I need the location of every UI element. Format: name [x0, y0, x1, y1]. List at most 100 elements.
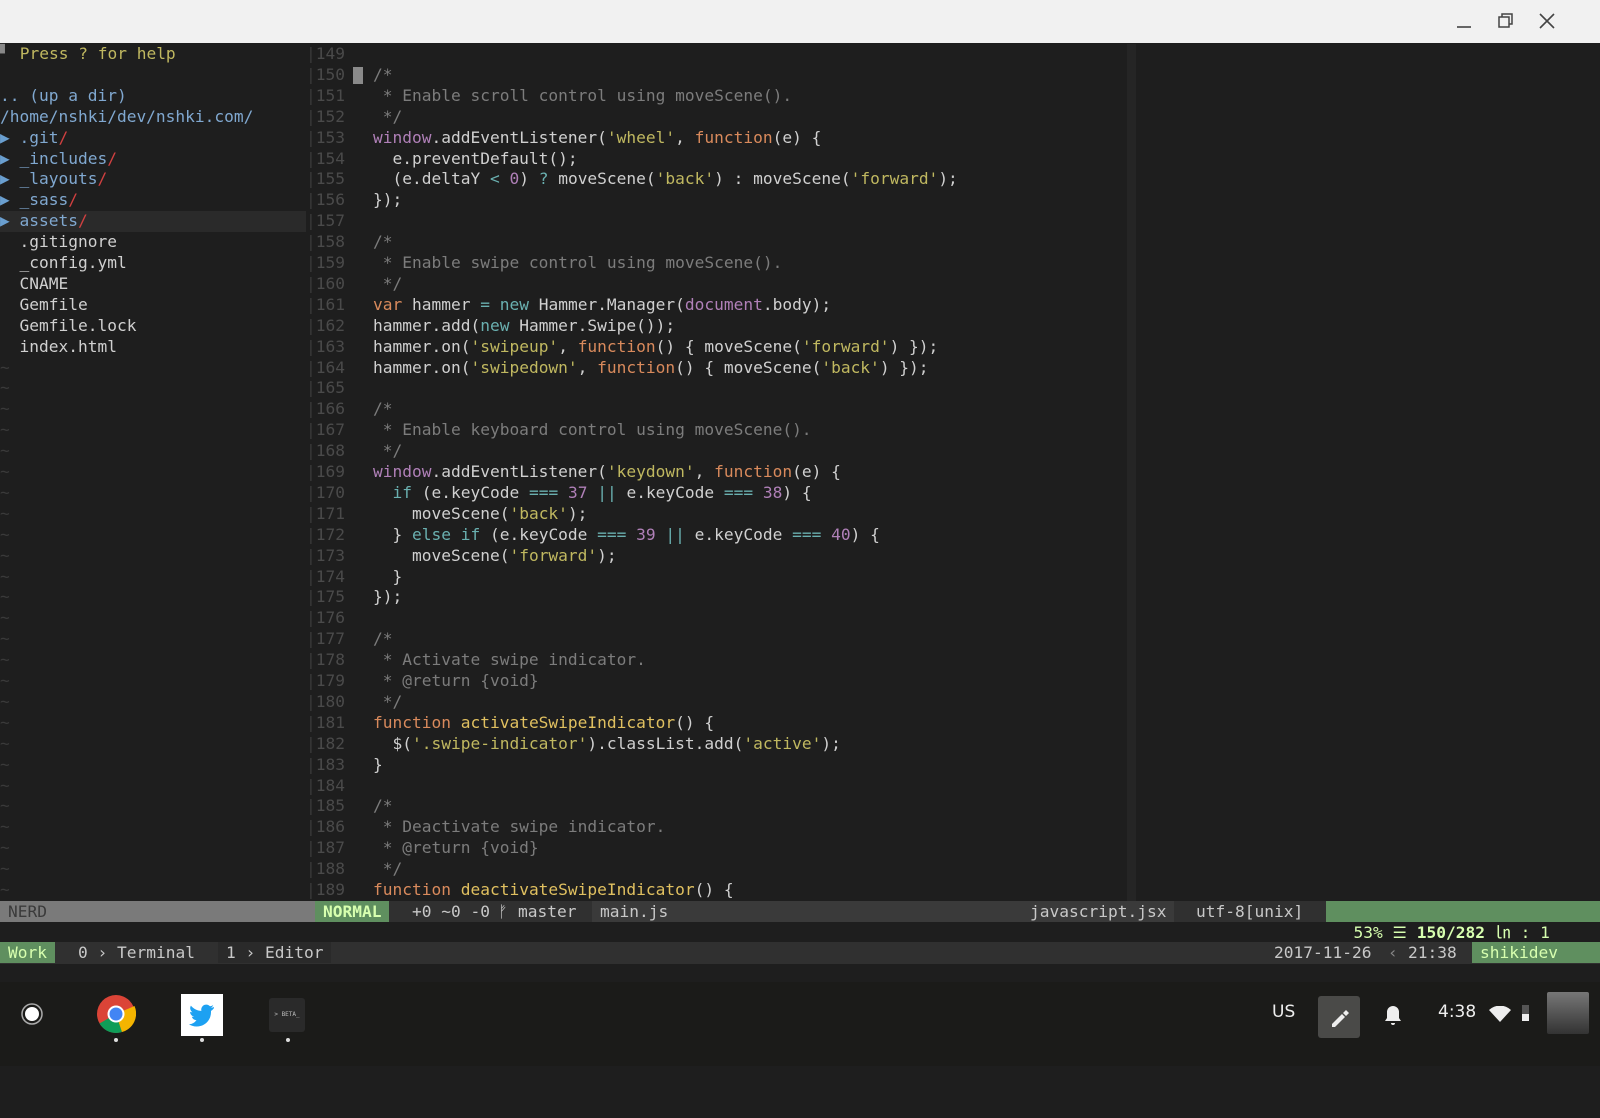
minimize-button[interactable] — [1450, 8, 1480, 34]
code-line[interactable]: */ — [373, 441, 403, 462]
line-number-value: 177 — [315, 629, 345, 649]
mode-indicator: NORMAL — [315, 901, 390, 922]
code-token: hammer.add( — [373, 315, 481, 335]
line-number-value: 180 — [315, 691, 345, 711]
code-token: || — [665, 524, 685, 544]
code-line[interactable]: $('.swipe-indicator').classList.add('act… — [373, 734, 840, 755]
dir-name: _includes — [19, 148, 108, 168]
code-line[interactable]: moveScene('forward'); — [373, 546, 617, 567]
tree-dir[interactable]: ▶ _layouts/ — [0, 169, 306, 190]
code-token: activateSwipeIndicator — [460, 712, 676, 732]
code-line[interactable]: /* — [373, 65, 393, 86]
code-token: new — [499, 294, 529, 314]
code-line[interactable]: if (e.keyCode === 37 || e.keyCode === 38… — [373, 483, 812, 504]
system-clock[interactable]: 4:38 — [1438, 1002, 1476, 1022]
tmux-window-0[interactable]: 0 › Terminal — [70, 942, 203, 963]
dir-name: _sass — [19, 190, 69, 210]
code-line[interactable]: hammer.add(new Hammer.Swipe()); — [373, 316, 675, 337]
line-number-value: 181 — [315, 712, 345, 732]
code-line[interactable]: window.addEventListener('keydown', funct… — [373, 462, 841, 483]
code-token: } — [373, 754, 383, 774]
code-token: === — [528, 482, 559, 502]
line-number-value: 155 — [315, 169, 345, 189]
code-line[interactable]: * Enable swipe control using moveScene()… — [373, 253, 783, 274]
code-pane[interactable]: |149 |150 /* |151 * Enable scroll control u… — [306, 44, 1600, 901]
tree-dir[interactable]: ▶ assets/ — [0, 211, 306, 233]
up-dir[interactable]: .. (up a dir) — [0, 86, 306, 107]
line-number: |158 — [306, 232, 345, 252]
line-number: |161 — [306, 294, 345, 314]
stylus-tools-button[interactable] — [1318, 996, 1360, 1038]
code-line[interactable]: */ — [373, 274, 403, 295]
wifi-icon — [1489, 1005, 1511, 1026]
code-line[interactable]: e.preventDefault(); — [373, 149, 577, 170]
code-line[interactable]: * @return {void} — [373, 838, 539, 859]
tree-file[interactable]: .gitignore — [0, 232, 306, 253]
close-button[interactable] — [1533, 8, 1563, 34]
tree-file[interactable]: CNAME — [0, 274, 306, 295]
tree-file[interactable]: index.html — [0, 337, 306, 358]
code-line[interactable]: * Deactivate swipe indicator. — [373, 817, 666, 838]
tree-file[interactable]: _config.yml — [0, 253, 306, 274]
code-line[interactable]: }); — [373, 190, 402, 211]
tree-dir[interactable]: ▶ _includes/ — [0, 149, 306, 170]
tree-file[interactable]: Gemfile — [0, 295, 306, 316]
line-number-value: 179 — [315, 671, 345, 690]
maximize-button[interactable] — [1492, 8, 1522, 34]
code-line[interactable]: /* — [373, 399, 393, 420]
empty-line-tilde: ~ — [0, 378, 10, 398]
code-token: = — [480, 294, 490, 314]
code-line[interactable]: * @return {void} — [373, 671, 539, 692]
code-line[interactable]: /* — [373, 796, 393, 817]
code-line[interactable]: /* — [373, 629, 393, 650]
file-name: Gemfile — [19, 294, 88, 314]
empty-line-tilde: ~ — [0, 566, 10, 586]
vim-editor[interactable]: ▘ Press ? for help .. (up a dir)/home/nshk… — [0, 44, 1600, 901]
code-line[interactable]: */ — [373, 859, 403, 880]
code-line[interactable]: */ — [373, 692, 403, 713]
terminal-icon[interactable]: > BETA_ — [269, 998, 305, 1032]
code-token: , — [558, 336, 578, 356]
line-number: |169 — [306, 462, 345, 481]
code-line[interactable]: * Activate swipe indicator. — [373, 650, 646, 671]
launcher-icon[interactable] — [20, 1002, 44, 1030]
empty-line-tilde: ~ — [0, 357, 10, 377]
ime-indicator[interactable]: US — [1272, 1002, 1295, 1022]
line-number-value: 186 — [315, 817, 345, 837]
code-token: moveScene( — [373, 545, 510, 565]
tree-file[interactable]: Gemfile.lock — [0, 316, 306, 337]
code-line[interactable]: * Enable keyboard control using moveScen… — [373, 420, 812, 441]
nerdtree-pane[interactable]: ▘ Press ? for help .. (up a dir)/home/nshk… — [0, 44, 306, 901]
line-number: |172 — [306, 524, 345, 544]
tree-dir[interactable]: ▶ .git/ — [0, 128, 306, 149]
code-line[interactable]: window.addEventListener('wheel', functio… — [373, 128, 821, 149]
code-line[interactable]: } — [373, 755, 383, 776]
code-line[interactable]: hammer.on('swipedown', function() { move… — [373, 358, 929, 379]
code-line[interactable]: }); — [373, 587, 402, 608]
code-line[interactable]: function activateSwipeIndicator() { — [373, 713, 714, 734]
tmux-window-1[interactable]: 1 › Editor — [218, 942, 332, 963]
root-path[interactable]: /home/nshki/dev/nshki.com/ — [0, 107, 306, 128]
twitter-icon[interactable] — [181, 994, 223, 1036]
line-number-value: 160 — [315, 273, 345, 293]
line-number-value: 166 — [315, 399, 345, 419]
code-line[interactable]: } — [373, 567, 402, 588]
code-line[interactable]: var hammer = new Hammer.Manager(document… — [373, 295, 831, 316]
code-token: (e) { — [772, 127, 822, 147]
code-token: , — [675, 127, 695, 147]
tmux-host: shikidev — [1472, 942, 1600, 963]
code-line[interactable]: moveScene('back'); — [373, 504, 587, 525]
user-avatar[interactable] — [1547, 992, 1589, 1034]
chrome-icon[interactable] — [96, 994, 137, 1038]
code-line[interactable]: } else if (e.keyCode === 39 || e.keyCode… — [373, 524, 879, 546]
code-line[interactable]: function deactivateSwipeIndicator() { — [373, 880, 734, 901]
code-line[interactable]: */ — [373, 107, 403, 128]
code-token: * Enable keyboard control using moveScen… — [373, 420, 812, 440]
code-line[interactable]: * Enable scroll control using moveScene(… — [373, 86, 792, 107]
code-line[interactable]: /* — [373, 232, 393, 253]
notification-bell-icon[interactable] — [1384, 1004, 1402, 1030]
code-line[interactable]: (e.deltaY < 0) ? moveScene('back') : mov… — [373, 169, 957, 190]
tree-dir[interactable]: ▶ _sass/ — [0, 190, 306, 211]
code-line[interactable]: hammer.on('swipeup', function() { moveSc… — [373, 337, 938, 358]
